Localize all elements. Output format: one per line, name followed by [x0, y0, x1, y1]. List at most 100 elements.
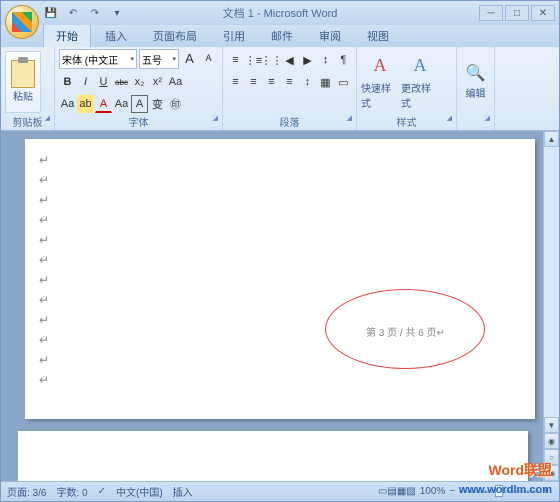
highlight-button[interactable]: ab — [77, 95, 94, 113]
tab-mailings[interactable]: 邮件 — [259, 25, 305, 47]
numbering-button[interactable]: ⋮≡ — [245, 51, 262, 69]
view-buttons[interactable]: ▭▤▦▧ — [378, 486, 416, 497]
window-title: 文档 1 - Microsoft Word — [223, 5, 338, 21]
maximize-button[interactable]: □ — [505, 5, 529, 21]
shrink-font-button[interactable]: A — [200, 49, 217, 67]
paragraph-group-label: 段落 — [227, 114, 352, 128]
justify-button[interactable]: ≡ — [281, 73, 298, 91]
paragraph-mark: ↵ — [39, 353, 49, 367]
editing-group-label — [461, 114, 490, 128]
document-page[interactable]: ↵↵↵↵↵↵↵↵↵↵↵↵ 第 3 页 / 共 6 页↵ — [25, 139, 535, 419]
align-right-button[interactable]: ≡ — [263, 73, 280, 91]
status-words[interactable]: 字数: 0 — [56, 484, 87, 499]
italic-button[interactable]: I — [77, 73, 94, 91]
scroll-up-button[interactable]: ▲ — [544, 131, 559, 147]
group-paragraph: ≡ ⋮≡ ⋮⋮ ◀ ▶ ↕ ¶ ≡ ≡ ≡ ≡ ↕ ▦ ▭ — [223, 47, 357, 130]
tab-view[interactable]: 视图 — [355, 25, 401, 47]
phonetic-button[interactable]: 变 — [149, 95, 166, 113]
align-center-button[interactable]: ≡ — [245, 73, 262, 91]
sort-button[interactable]: ↕ — [317, 51, 334, 69]
clear-format-button[interactable]: Aa — [59, 95, 76, 113]
change-styles-icon: A — [408, 54, 432, 78]
font-size-value: 五号 — [142, 52, 162, 67]
chevron-down-icon: ▾ — [130, 55, 134, 63]
tab-insert[interactable]: 插入 — [93, 25, 139, 47]
ribbon: 粘贴 剪贴板 宋体 (中文正 ▾ 五号 ▾ A A B I U abc x₂ — [1, 47, 559, 131]
multilevel-button[interactable]: ⋮⋮ — [263, 51, 280, 69]
app-window: 💾 ↶ ↷ ▾ 文档 1 - Microsoft Word ─ □ ✕ 开始 插… — [0, 0, 560, 502]
shading-button[interactable]: ▦ — [317, 73, 334, 91]
change-styles-button[interactable]: A 更改样式 — [401, 51, 439, 113]
status-language[interactable]: 中文(中国) — [116, 484, 163, 499]
change-styles-label: 更改样式 — [401, 80, 439, 110]
paste-button[interactable]: 粘贴 — [5, 51, 41, 113]
paragraph-mark: ↵ — [39, 253, 49, 267]
font-group-label: 字体 — [59, 114, 218, 128]
underline-button[interactable]: U — [95, 73, 112, 91]
char-shading-button[interactable]: Aa — [113, 95, 130, 113]
strike-button[interactable]: abc — [113, 73, 130, 91]
close-button[interactable]: ✕ — [531, 5, 555, 21]
paragraph-mark: ↵ — [39, 173, 49, 187]
titlebar: 💾 ↶ ↷ ▾ 文档 1 - Microsoft Word ─ □ ✕ — [1, 1, 559, 25]
font-family-value: 宋体 (中文正 — [62, 52, 118, 67]
window-controls: ─ □ ✕ — [479, 5, 555, 21]
save-button[interactable]: 💾 — [43, 5, 59, 21]
watermark-url: www.wordlm.com — [459, 484, 552, 496]
styles-group-label: 样式 — [361, 114, 452, 128]
font-family-combo[interactable]: 宋体 (中文正 ▾ — [59, 49, 137, 69]
enclose-button[interactable]: ㊞ — [167, 95, 184, 113]
paragraph-mark: ↵ — [39, 193, 49, 207]
show-marks-button[interactable]: ¶ — [335, 51, 352, 69]
group-clipboard: 粘贴 剪贴板 — [1, 47, 55, 130]
grow-font-button[interactable]: A — [181, 49, 198, 67]
zoom-value[interactable]: 100% — [420, 486, 446, 497]
tab-home[interactable]: 开始 — [43, 24, 91, 47]
document-next-page[interactable] — [18, 431, 528, 481]
char-border-button[interactable]: A — [131, 95, 148, 113]
clipboard-icon — [11, 60, 35, 88]
qat-more-button[interactable]: ▾ — [109, 5, 125, 21]
group-editing: 🔍 编辑 — [457, 47, 495, 130]
border-button[interactable]: ▭ — [335, 73, 352, 91]
ribbon-tabs: 开始 插入 页面布局 引用 邮件 审阅 视图 — [1, 25, 559, 47]
prev-page-button[interactable]: ◉ — [544, 433, 559, 449]
zoom-out-button[interactable]: − — [449, 486, 455, 497]
font-color-button[interactable]: A — [95, 95, 112, 113]
redo-button[interactable]: ↷ — [87, 5, 103, 21]
watermark-brand: Word联盟 — [488, 460, 552, 480]
office-button[interactable] — [5, 5, 39, 39]
align-left-button[interactable]: ≡ — [227, 73, 244, 91]
undo-button[interactable]: ↶ — [65, 5, 81, 21]
increase-indent-button[interactable]: ▶ — [299, 51, 316, 69]
group-font: 宋体 (中文正 ▾ 五号 ▾ A A B I U abc x₂ x² Aa Aa a… — [55, 47, 223, 130]
subscript-button[interactable]: x₂ — [131, 73, 148, 91]
paragraph-mark: ↵ — [39, 233, 49, 247]
tab-references[interactable]: 引用 — [211, 25, 257, 47]
tab-pagelayout[interactable]: 页面布局 — [141, 25, 209, 47]
status-proof-icon[interactable]: ✓ — [98, 486, 106, 497]
bullets-button[interactable]: ≡ — [227, 51, 244, 69]
status-mode[interactable]: 插入 — [173, 484, 193, 499]
scroll-down-button[interactable]: ▼ — [544, 417, 559, 433]
superscript-button[interactable]: x² — [149, 73, 166, 91]
page-footer-text: 第 3 页 / 共 6 页↵ — [366, 324, 445, 339]
bold-button[interactable]: B — [59, 73, 76, 91]
change-case-button[interactable]: Aa — [167, 73, 184, 91]
line-spacing-button[interactable]: ↕ — [299, 73, 316, 91]
decrease-indent-button[interactable]: ◀ — [281, 51, 298, 69]
quick-styles-button[interactable]: A 快速样式 — [361, 51, 399, 113]
font-size-combo[interactable]: 五号 ▾ — [139, 49, 179, 69]
vertical-scrollbar[interactable]: ▲ ▼ ◉ ○ ◉ — [543, 131, 559, 481]
editing-label: 编辑 — [466, 85, 486, 100]
minimize-button[interactable]: ─ — [479, 5, 503, 21]
paragraph-mark: ↵ — [39, 213, 49, 227]
styles-icon: A — [368, 54, 392, 78]
editing-button[interactable]: 🔍 编辑 — [461, 51, 490, 113]
paragraph-mark: ↵ — [39, 373, 49, 387]
tab-review[interactable]: 审阅 — [307, 25, 353, 47]
chevron-down-icon: ▾ — [172, 55, 176, 63]
status-page[interactable]: 页面: 3/6 — [7, 484, 46, 499]
paragraph-mark: ↵ — [39, 153, 49, 167]
find-icon: 🔍 — [466, 63, 486, 83]
